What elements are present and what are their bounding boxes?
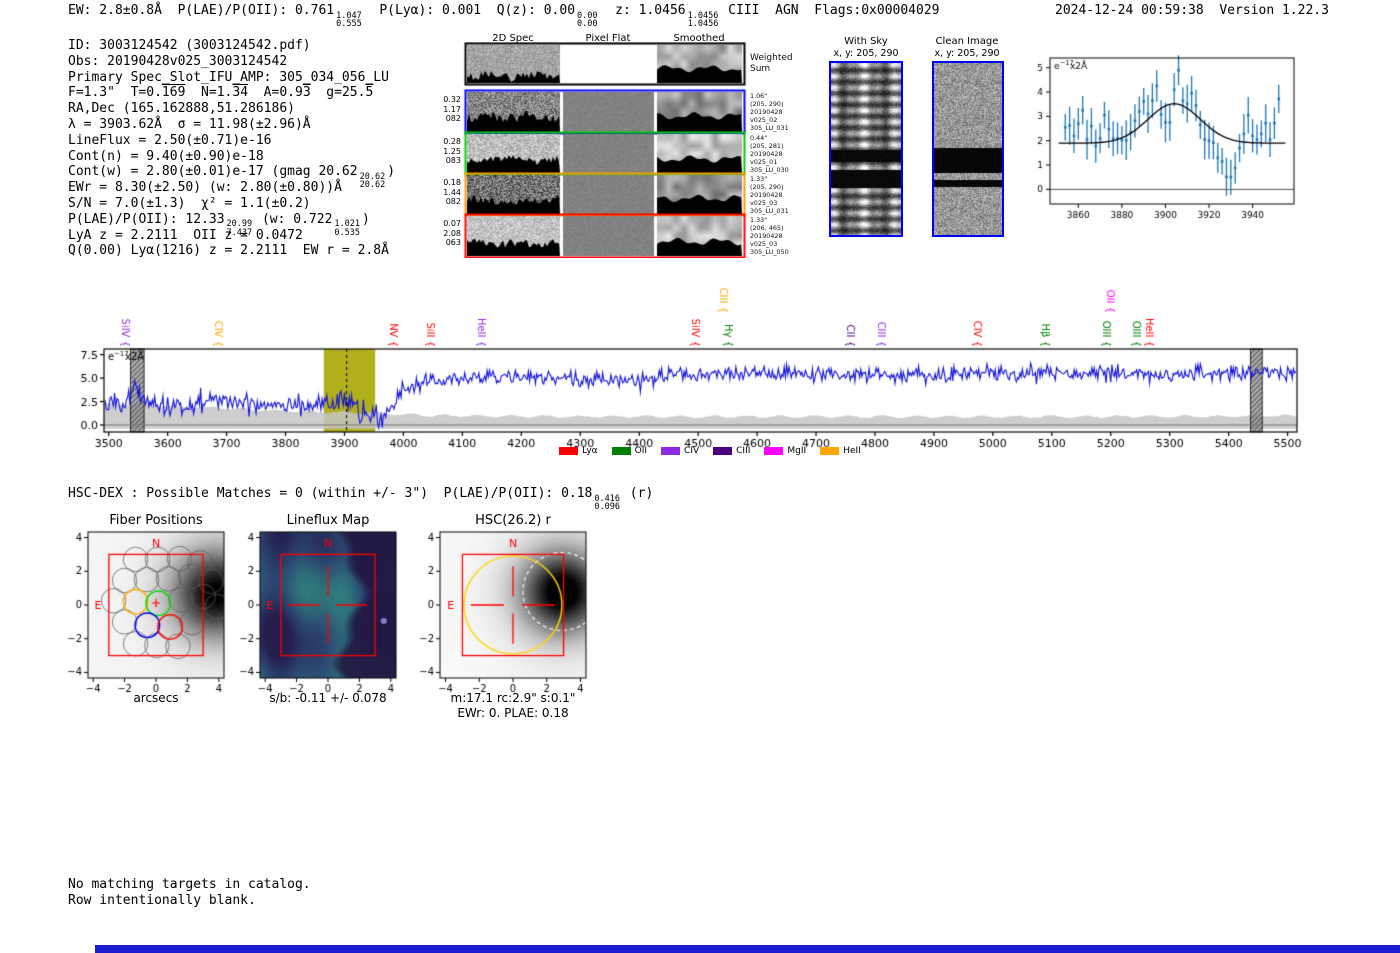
info-line: Primary Spec_Slot_IFU_AMP: 305_034_056_L… — [68, 69, 389, 85]
header-timestamp-version: 2024-12-24 00:59:38 Version 1.22.3 — [1055, 3, 1329, 18]
legend-label: CIV — [684, 446, 700, 456]
stacked-interval: 1.021 0.535 — [334, 219, 361, 238]
stacked-interval: 0.416 0.096 — [594, 493, 620, 512]
footer-no-match-line: No matching targets in catalog. — [68, 877, 311, 892]
legend-label: MgII — [787, 446, 807, 456]
elixer-report-page: EW: 2.8±0.8Å P(LAE)/P(OII): 0.761 1.047 0.… — [0, 0, 1400, 953]
report-separator-bar — [95, 945, 1400, 953]
footer-blank-line: Row intentionally blank. — [68, 893, 256, 908]
hsc-dex-match-line: HSC-DEX : Possible Matches = 0 (within +… — [68, 486, 654, 512]
cutout-row-weights: 0.32 1.17 082 — [443, 95, 461, 123]
info-line: RA,Dec (165.162888,51.286186) — [68, 101, 295, 117]
hsc-cutout-canvas — [412, 510, 602, 710]
cutout-row-weights: 0.18 1.44 082 — [443, 178, 461, 206]
lineflux-map-canvas — [232, 510, 412, 710]
legend-label: HeII — [843, 446, 861, 456]
fiber-positions-canvas — [60, 510, 240, 710]
cutout-row-annotations: 0.44" (205, 281) 20190428 v025_01 305_LU_030 — [750, 134, 789, 174]
stacked-interval: 20.62 20.62 — [359, 171, 386, 191]
info-line: P(LAE)/P(OII): 12.33 20.99 7.437 (w: 0.722… — [68, 211, 370, 238]
info-line: S/N = 7.0(±1.3) χ² = 1.1(±0.2) — [68, 195, 311, 211]
cutout-row-weights: 0.07 2.08 063 — [443, 219, 461, 247]
info-line: λ = 3903.62Å σ = 11.98(±2.96)Å — [68, 116, 311, 132]
with-sky-image — [831, 63, 901, 235]
hsc-cutout-xlabel2: EWr: 0. PLAE: 0.18 — [457, 706, 569, 720]
legend-label: Lyα — [582, 446, 598, 456]
stacked-interval: 1.0456 1.0456 — [687, 10, 719, 29]
stacked-interval: 0.00 0.00 — [577, 10, 598, 29]
legend-swatch — [764, 447, 784, 455]
clean-image-coords: x, y: 205, 290 — [934, 48, 1000, 59]
info-line: ID: 3003124542 (3003124542.pdf) — [68, 38, 311, 53]
cutout-grid-canvas — [463, 42, 747, 258]
info-line: Cont(n) = 9.40(±0.90)e-18 — [68, 148, 264, 164]
stacked-interval: 1.047 0.555 — [336, 10, 362, 29]
cutout-row-annotations: 1.06" (205, 290) 20190428 v025_02 305_LU_031 — [750, 92, 789, 132]
legend-item: HeII — [820, 446, 861, 456]
hsc-cutout-xlabel: m:17.1 rc:2.9" s:0.1" — [450, 691, 576, 705]
detection-info-block: ID: 3003124542 (3003124542.pdf) Obs: 2019… — [68, 38, 395, 259]
legend-item: OII — [611, 446, 648, 456]
with-sky-frame — [829, 61, 903, 237]
info-line: Obs: 20190428v025_3003124542 — [68, 53, 288, 69]
cutout-row-annotations: 1.33" (205, 290) 20190428 v025_03 305_LU_031 — [750, 175, 789, 215]
legend-item: MgII — [764, 446, 806, 456]
legend-swatch — [661, 447, 681, 455]
legend-swatch — [713, 447, 733, 455]
info-line: Q(0.00) Lyα(1216) z = 2.2111 EW r = 2.8Å — [68, 243, 389, 259]
legend-swatch — [611, 447, 631, 455]
legend-item: CIII — [713, 446, 750, 456]
legend-swatch — [820, 447, 840, 455]
info-line: EWr = 8.30(±2.50) (w: 2.80(±0.80))Å — [68, 180, 342, 196]
cutout-row-annotations: Weighted Sum — [750, 53, 793, 74]
full-spectrum-plot — [55, 265, 1345, 465]
header-summary-line: EW: 2.8±0.8Å P(LAE)/P(OII): 0.761 1.047 0.… — [68, 3, 940, 29]
clean-image-frame — [932, 61, 1004, 237]
legend-label: CIII — [736, 446, 751, 456]
clean-image-title: Clean Image — [935, 36, 999, 47]
info-line: LineFlux = 2.50(±0.71)e-16 — [68, 132, 272, 148]
cutout-row-weights: 0.28 1.25 083 — [443, 137, 461, 165]
info-line: F=1.3" T=0.169 N=1.34 A=0.93 g=25.5 — [68, 85, 374, 101]
info-line: Cont(w) = 2.80(±0.01)e-17 (gmag 20.62 20.… — [68, 164, 396, 191]
legend-item: CIV — [661, 446, 699, 456]
clean-image-canvas — [934, 63, 1002, 235]
cutout-row-annotations: 1.33" (206, 465) 20190428 v025_03 305_LU_050 — [750, 216, 789, 256]
legend-swatch — [559, 447, 579, 455]
spectrum-legend: Lyα OII CIV CIII MgII HeII — [500, 446, 920, 456]
inset-linefit-plot — [1012, 40, 1322, 235]
legend-item: Lyα — [559, 446, 598, 456]
legend-label: OII — [634, 446, 648, 456]
